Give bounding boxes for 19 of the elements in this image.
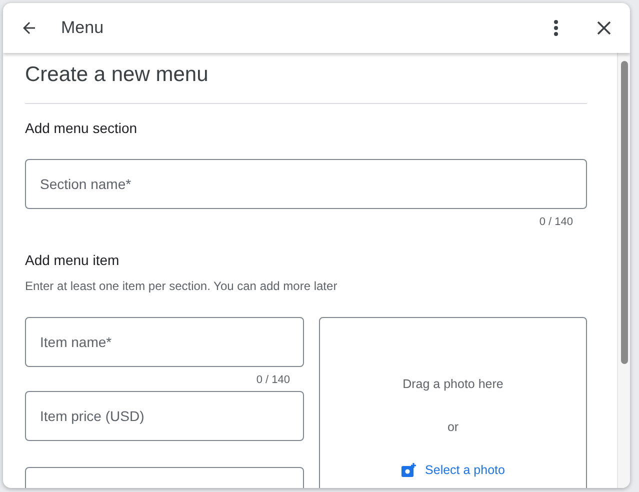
photo-drop-zone[interactable]: Drag a photo here or Select a photo (319, 316, 587, 488)
drop-instruction: Drag a photo here (402, 376, 504, 393)
close-icon (597, 21, 611, 35)
section-heading: Add menu item (25, 250, 120, 270)
scrollbar-track[interactable] (617, 53, 630, 488)
add-photo-icon (401, 462, 418, 478)
text-field[interactable]: Section name* (25, 159, 587, 209)
dialog-title: Menu (61, 17, 104, 40)
text-field[interactable]: Item name* (25, 316, 304, 366)
section-heading: Add menu section (25, 119, 138, 138)
character-counter: 0 / 140 (255, 372, 291, 388)
scrollbar-thumb[interactable] (621, 61, 628, 364)
separator-text: or (447, 419, 459, 436)
text-field[interactable]: Item price (USD) (25, 391, 304, 441)
helper-text: Enter at least one item per section. You can add more later (25, 278, 338, 294)
more-options-icon (553, 19, 559, 37)
select-photo-link[interactable]: Select a photo (425, 461, 505, 480)
character-counter: 0 / 140 (538, 215, 574, 230)
page-heading: Create a new menu (25, 62, 210, 88)
